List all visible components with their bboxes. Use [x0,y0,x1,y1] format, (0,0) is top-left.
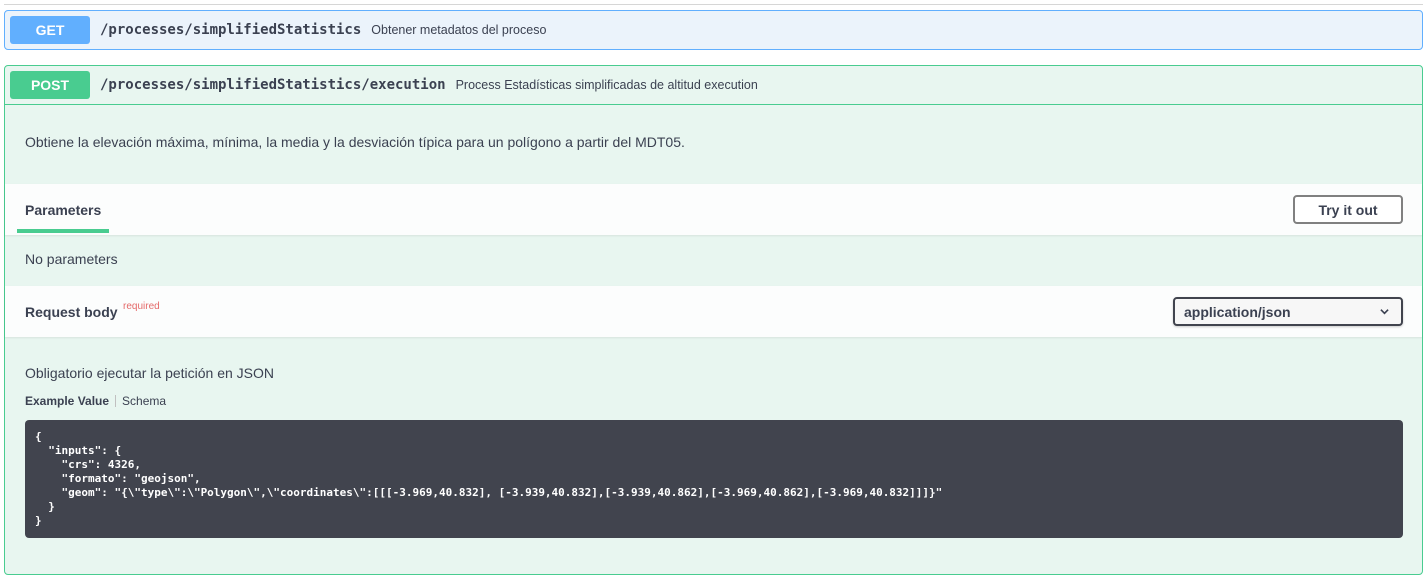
code-line: "geom": "{\"type\":\"Polygon\",\"coordin… [35,486,943,499]
tab-parameters[interactable]: Parameters [25,202,101,218]
try-it-out-button[interactable]: Try it out [1293,195,1403,224]
tab-active-indicator [17,229,109,233]
post-method-badge: POST [10,71,90,99]
get-operation-path: /processes/simplifiedStatistics [100,22,362,38]
tab-example-value[interactable]: Example Value [25,394,109,408]
code-line: "inputs": { [35,444,122,457]
no-parameters-text: No parameters [25,251,118,267]
content-type-select[interactable]: application/json [1173,297,1403,326]
post-operation-path: /processes/simplifiedStatistics/executio… [100,77,446,93]
parameters-section-header: Parameters Try it out [5,184,1422,235]
code-line: "formato": "geojson", [35,472,201,485]
request-body-section-header: Request body required application/json [5,286,1422,337]
tab-schema[interactable]: Schema [122,394,166,408]
top-divider [4,4,1423,5]
request-body-description: Obligatorio ejecutar la petición en JSON [25,365,275,381]
get-operation-summary: Obtener metadatos del proceso [371,23,547,37]
post-operation-summary: Process Estadísticas simplificadas de al… [455,78,758,92]
post-operation-header[interactable]: POST /processes/simplifiedStatistics/exe… [5,66,1422,105]
get-method-badge: GET [10,16,90,44]
example-value-code-block: { "inputs": { "crs": 4326, "formato": "g… [25,420,1403,538]
code-line: } [35,514,42,527]
content-type-value: application/json [1184,303,1291,320]
code-line: "crs": 4326, [35,458,141,471]
request-body-title: Request body [25,304,118,320]
code-line: } [35,500,55,513]
tab-separator [115,395,117,407]
code-line: { [35,430,42,443]
required-label: required [123,301,160,312]
example-schema-tabs: Example Value Schema [25,394,166,408]
chevron-down-icon [1380,309,1389,315]
get-operation-header[interactable]: GET /processes/simplifiedStatistics Obte… [4,10,1423,50]
post-operation-block: POST /processes/simplifiedStatistics/exe… [4,65,1423,575]
operation-description: Obtiene la elevación máxima, mínima, la … [25,134,685,150]
